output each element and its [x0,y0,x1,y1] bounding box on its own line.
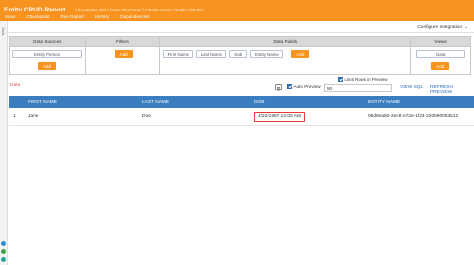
menu-run-report[interactable]: Run Report [60,14,84,19]
add-field-button[interactable]: Add [291,50,310,58]
menu-checkpoint[interactable]: Checkpoint [26,14,49,19]
list-icon[interactable] [275,84,282,90]
dob-highlight: 4/22/1997 12:00 AM [254,111,305,122]
grid-header-first-name[interactable]: FIRST NAME [26,96,140,108]
field-chip-dob[interactable]: Dob [229,50,248,58]
refresh-preview-link[interactable]: REFRESH PREVIEW [430,85,474,95]
left-tool-strip: Tools [0,21,8,265]
views-header: Views [434,39,447,44]
filters-header: Filters [86,37,161,46]
chevron-down-icon: ⌄ [464,24,468,29]
data-section-label: Data [10,83,21,88]
preview-grid: FIRST NAME LAST NAME DOB ENTITY NAME 1 J… [9,96,474,126]
view-sql-link[interactable]: VIEW SQL [400,85,423,90]
auto-preview-toggle[interactable]: Auto Preview [287,84,321,89]
limit-rows-input[interactable]: 50 [324,84,392,92]
add-filter-button[interactable]: Add [114,50,133,58]
data-sources-header: Data Sources [10,37,86,46]
cell-last-name: Doe [142,114,151,119]
status-dot-blue[interactable] [1,241,6,246]
cell-entity-name: 08d9ea50-2ec8-e72e-1f24-220590053512 [368,114,459,119]
auto-preview-label: Auto Preview [293,84,321,89]
limit-rows-checkbox[interactable] [338,77,343,82]
grid-header-dob[interactable]: DOB [252,96,366,108]
config-body: Entity Person Add Add First Name Last Na… [10,47,470,75]
views-cell: Data Add [411,47,470,75]
menu-save[interactable]: Save [5,14,15,19]
status-dot-teal[interactable] [1,257,6,262]
auto-preview-checkbox[interactable] [287,84,292,89]
view-chip-data[interactable]: Data [416,50,466,58]
field-chip-first-name[interactable]: First Name [163,50,194,58]
grid-header-entity-name[interactable]: ENTITY NAME [366,96,474,108]
config-header: Data Sources Filters Data Fields Views [10,37,470,47]
configure-integration-dropdown[interactable]: Configure Integration ⌄ [417,24,468,30]
data-fields-header: Data Fields [160,37,412,46]
data-sources-cell: Entity Person Add [10,47,86,75]
status-dot-green[interactable] [1,249,6,254]
limit-rows-toggle[interactable]: Limit Rows in Preview [338,77,387,82]
sub-bar: Configure Integration ⌄ [0,21,474,33]
left-strip-label[interactable]: Tools [1,27,5,35]
cell-first-name: Jane [28,114,39,119]
grid-header-last-name[interactable]: LAST NAME [140,96,252,108]
report-config-panel: Data Sources Filters Data Fields Views E… [9,36,471,75]
field-chip-last-name[interactable]: Last Name [196,50,227,58]
add-view-button[interactable]: Add [431,62,450,70]
data-fields-cell: First Name Last Name Dob Entity Name Add [160,47,412,75]
menu-bar: Save Checkpoint Run Report History Depen… [0,11,474,21]
row-index: 1 [13,114,16,119]
grid-header-index [9,96,26,108]
cell-dob: 4/22/1997 12:00 AM [252,108,366,125]
grid-header-row: FIRST NAME LAST NAME DOB ENTITY NAME [9,96,474,108]
table-row[interactable]: 1 Jane Doe 4/22/1997 12:00 AM 08d9ea50-2… [9,108,474,126]
configure-integration-label: Configure Integration [417,25,463,30]
field-chip-entity-name[interactable]: Entity Name [250,50,284,58]
add-data-source-button[interactable]: Add [38,62,56,70]
menu-dependencies[interactable]: Dependencies [120,14,149,19]
menu-history[interactable]: History [95,14,109,19]
data-source-chip[interactable]: Entity Person [12,50,82,58]
filters-cell: Add [86,47,161,75]
limit-rows-label: Limit Rows in Preview [344,77,388,82]
